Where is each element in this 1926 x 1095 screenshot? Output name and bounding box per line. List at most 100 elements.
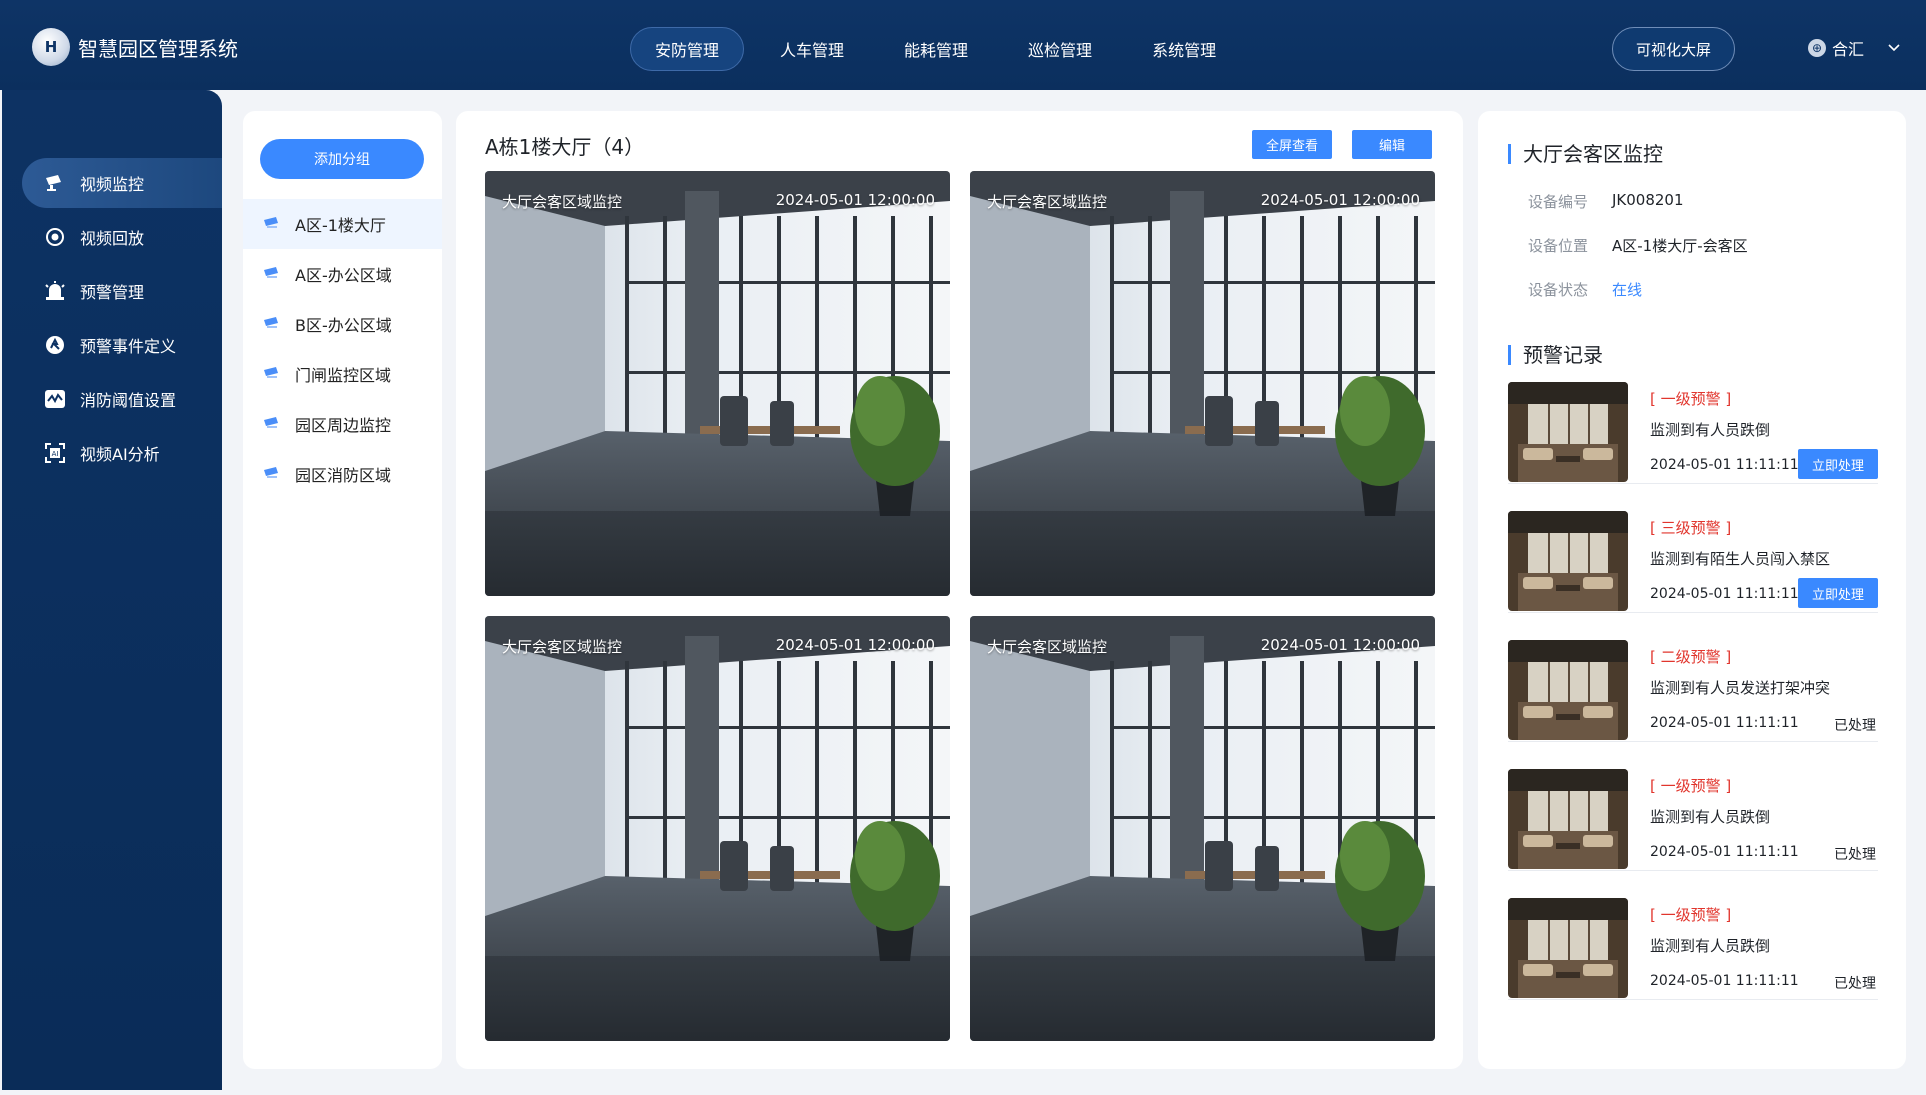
video-tile-label: 大厅会客区域监控	[502, 193, 623, 211]
alert-level: [ 一级预警 ]	[1650, 906, 1732, 924]
process-now-button[interactable]: 立即处理	[1798, 578, 1878, 608]
alert-handled-status: 已处理	[1834, 847, 1876, 863]
video-tile[interactable]: 大厅会客区域监控 2024-05-01 12:00:00	[485, 171, 950, 596]
device-field-key: 设备编号	[1528, 193, 1589, 211]
sidebar-item-label: 消防阈值设置	[80, 391, 177, 410]
main-nav: 安防管理 人车管理 能耗管理 巡检管理 系统管理	[630, 27, 1240, 71]
sidebar-item-event-definition[interactable]: 预警事件定义	[22, 320, 222, 370]
video-tile-label: 大厅会客区域监控	[987, 638, 1108, 656]
group-item[interactable]: A区-1楼大厅	[243, 199, 442, 249]
device-status-value: 在线	[1612, 281, 1643, 299]
user-name: 合汇	[1832, 40, 1865, 59]
device-field: 设备编号 JK008201	[1528, 191, 1684, 212]
app-logo[interactable]: H 智慧园区管理系统	[32, 28, 238, 66]
alert-item[interactable]: [ 一级预警 ] 监测到有人员跌倒 2024-05-01 11:11:11 已处理	[1508, 890, 1878, 1000]
alert-section-title: 预警记录	[1508, 345, 1603, 365]
alert-snapshot[interactable]	[1508, 898, 1628, 998]
sidebar-item-label: 视频回放	[80, 229, 145, 248]
fullscreen-button[interactable]: 全屏查看	[1252, 130, 1332, 159]
group-item[interactable]: A区-办公区域	[243, 249, 442, 299]
device-section-title: 大厅会客区监控	[1508, 144, 1663, 164]
camera-icon	[264, 367, 278, 378]
sidebar-item-label: 预警事件定义	[80, 337, 177, 356]
group-item[interactable]: 园区周边监控	[243, 399, 442, 449]
group-item[interactable]: 园区消防区域	[243, 449, 442, 499]
group-item-label: A区-办公区域	[295, 266, 392, 285]
sidebar-item-ai-analysis[interactable]: AI 视频AI分析	[22, 428, 222, 478]
sidebar-item-label: 视频AI分析	[80, 445, 160, 464]
alert-handled-status: 已处理	[1834, 718, 1876, 734]
sidebar-item-label: 预警管理	[80, 283, 145, 302]
alert-item[interactable]: [ 一级预警 ] 监测到有人员跌倒 2024-05-01 11:11:11 立即处理	[1508, 374, 1878, 484]
group-item-label: 园区周边监控	[295, 416, 392, 435]
device-field: 设备位置 A区-1楼大厅-会客区	[1528, 235, 1748, 256]
nav-item-inspection[interactable]: 巡检管理	[1004, 27, 1116, 71]
camera-icon	[44, 172, 66, 194]
sidebar-menu: 视频监控 视频回放 预警管理 预警事件定义 消防阈值设置 AI 视频AI分析	[22, 158, 222, 482]
logo-icon: H	[32, 28, 70, 66]
video-tile[interactable]: 大厅会客区域监控 2024-05-01 12:00:00	[970, 616, 1435, 1041]
alert-description: 监测到有人员跌倒	[1650, 808, 1771, 826]
top-bar: H 智慧园区管理系统 安防管理 人车管理 能耗管理 巡检管理 系统管理 可视化大…	[0, 0, 1926, 90]
alert-level: [ 二级预警 ]	[1650, 648, 1732, 666]
group-item[interactable]: B区-办公区域	[243, 299, 442, 349]
alert-time: 2024-05-01 11:11:11	[1650, 715, 1799, 731]
alert-snapshot[interactable]	[1508, 640, 1628, 740]
alert-description: 监测到有陌生人员闯入禁区	[1650, 550, 1831, 568]
group-list: A区-1楼大厅 A区-办公区域 B区-办公区域 门闸监控区域 园区周边监控 园区…	[243, 199, 442, 499]
alert-description: 监测到有人员发送打架冲突	[1650, 679, 1831, 697]
video-tile-time: 2024-05-01 12:00:00	[775, 191, 935, 209]
alert-level: [ 一级预警 ]	[1650, 390, 1732, 408]
chevron-down-icon	[1888, 41, 1900, 55]
device-field-value: A区-1楼大厅-会客区	[1612, 237, 1748, 255]
camera-icon	[264, 317, 278, 328]
video-tile-time: 2024-05-01 12:00:00	[1260, 191, 1420, 209]
alert-time: 2024-05-01 11:11:11	[1650, 586, 1799, 602]
device-field-value: JK008201	[1612, 191, 1684, 209]
alert-level: [ 三级预警 ]	[1650, 519, 1732, 537]
alert-item[interactable]: [ 一级预警 ] 监测到有人员跌倒 2024-05-01 11:11:11 已处理	[1508, 761, 1878, 871]
nav-item-system[interactable]: 系统管理	[1128, 27, 1240, 71]
group-item[interactable]: 门闸监控区域	[243, 349, 442, 399]
group-item-label: A区-1楼大厅	[295, 216, 386, 235]
user-menu[interactable]: ⊕ 合汇	[1808, 36, 1900, 60]
sidebar-item-video-replay[interactable]: 视频回放	[22, 212, 222, 262]
video-group-title: A栋1楼大厅（4）	[485, 135, 645, 159]
alert-item[interactable]: [ 三级预警 ] 监测到有陌生人员闯入禁区 2024-05-01 11:11:11 立…	[1508, 503, 1878, 613]
nav-item-people-vehicles[interactable]: 人车管理	[756, 27, 868, 71]
alert-level: [ 一级预警 ]	[1650, 777, 1732, 795]
alert-snapshot[interactable]	[1508, 769, 1628, 869]
svg-text:AI: AI	[52, 450, 59, 458]
sidebar-item-fire-threshold[interactable]: 消防阈值设置	[22, 374, 222, 424]
process-now-button[interactable]: 立即处理	[1798, 449, 1878, 479]
sidebar-item-alert-manage[interactable]: 预警管理	[22, 266, 222, 316]
user-avatar-icon: ⊕	[1808, 39, 1826, 57]
add-group-button[interactable]: 添加分组	[260, 139, 424, 179]
video-tile-label: 大厅会客区域监控	[502, 638, 623, 656]
nav-item-energy[interactable]: 能耗管理	[880, 27, 992, 71]
video-tile[interactable]: 大厅会客区域监控 2024-05-01 12:00:00	[485, 616, 950, 1041]
video-tile[interactable]: 大厅会客区域监控 2024-05-01 12:00:00	[970, 171, 1435, 596]
threshold-icon	[44, 388, 66, 410]
alert-item[interactable]: [ 二级预警 ] 监测到有人员发送打架冲突 2024-05-01 11:11:11 已…	[1508, 632, 1878, 742]
camera-icon	[264, 417, 278, 428]
video-tile-label: 大厅会客区域监控	[987, 193, 1108, 211]
alert-time: 2024-05-01 11:11:11	[1650, 973, 1799, 989]
alert-description: 监测到有人员跌倒	[1650, 421, 1771, 439]
alert-time: 2024-05-01 11:11:11	[1650, 457, 1799, 473]
alert-snapshot[interactable]	[1508, 511, 1628, 611]
edit-button[interactable]: 编辑	[1352, 130, 1432, 159]
event-icon	[44, 334, 66, 356]
camera-icon	[264, 217, 278, 228]
nav-item-security[interactable]: 安防管理	[630, 27, 745, 71]
group-item-label: 园区消防区域	[295, 466, 392, 485]
sidebar-item-video-monitor[interactable]: 视频监控	[22, 158, 222, 208]
visual-screen-button[interactable]: 可视化大屏	[1612, 27, 1735, 71]
group-item-label: B区-办公区域	[295, 316, 392, 335]
alert-snapshot[interactable]	[1508, 382, 1628, 482]
video-panel: A栋1楼大厅（4） 全屏查看 编辑 大厅会客区域监控 2024-05-01 12…	[456, 111, 1463, 1069]
video-tile-time: 2024-05-01 12:00:00	[775, 636, 935, 654]
device-field-key: 设备位置	[1528, 237, 1589, 255]
alert-handled-status: 已处理	[1834, 976, 1876, 992]
sidebar: 视频监控 视频回放 预警管理 预警事件定义 消防阈值设置 AI 视频AI分析	[2, 90, 222, 1090]
